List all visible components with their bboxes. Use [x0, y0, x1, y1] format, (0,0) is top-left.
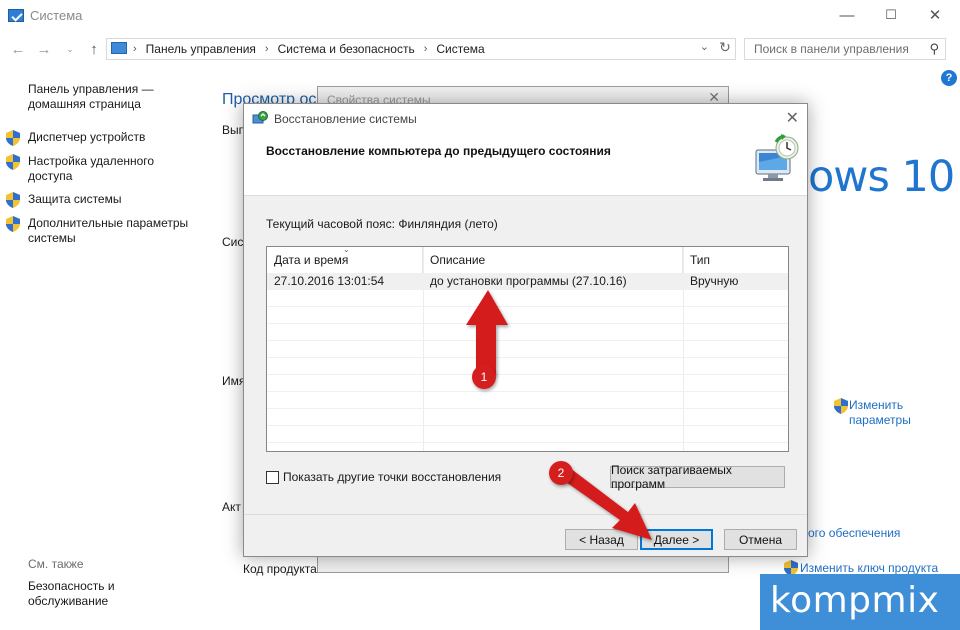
- cancel-button[interactable]: Отмена: [724, 529, 797, 550]
- chevron-down-icon[interactable]: ⌄: [700, 40, 709, 53]
- column-header-description[interactable]: Описание: [423, 247, 683, 273]
- table-row-empty: [267, 426, 788, 443]
- product-key-label: Код продукта:: [243, 562, 321, 576]
- system-restore-large-icon: [755, 134, 799, 181]
- sort-chevron-icon: ⌄: [343, 246, 350, 254]
- annotation-badge-1: 1: [472, 365, 496, 389]
- column-header-type[interactable]: Тип: [683, 247, 788, 273]
- back-button[interactable]: < Назад: [565, 529, 638, 550]
- dialog-heading: Восстановление компьютера до предыдущего…: [266, 144, 611, 158]
- section-label-partial: Имя: [222, 374, 246, 388]
- search-input[interactable]: [745, 39, 923, 59]
- maximize-button[interactable]: ☐: [868, 0, 914, 30]
- help-icon[interactable]: ?: [941, 70, 957, 86]
- sidebar-item-label: Диспетчер устройств: [28, 130, 146, 144]
- sidebar-home-link[interactable]: Панель управления — домашняя страница: [28, 82, 178, 112]
- table-row-empty: [267, 392, 788, 409]
- breadcrumb-system-security[interactable]: Система и безопасность: [278, 42, 415, 56]
- table-row-empty: [267, 375, 788, 392]
- restore-points-table[interactable]: Дата и время ⌄ Описание Тип 27.10.2016 1…: [266, 246, 789, 452]
- kompmix-watermark: kompmix: [760, 574, 960, 630]
- checkbox-label: Показать другие точки восстановления: [283, 470, 502, 484]
- table-row-empty: [267, 341, 788, 358]
- minimize-button[interactable]: —: [824, 0, 870, 30]
- table-row-empty: [267, 324, 788, 341]
- breadcrumb-system[interactable]: Система: [436, 42, 484, 56]
- table-row-empty: [267, 307, 788, 324]
- annotation-badge-2: 2: [549, 461, 573, 485]
- shield-icon: [834, 398, 848, 414]
- address-bar[interactable]: › Панель управления › Система и безопасн…: [106, 38, 736, 60]
- shield-icon: [6, 154, 20, 170]
- section-label-partial: Вып: [222, 123, 246, 137]
- sidebar-item-label: Защита системы: [28, 192, 122, 206]
- sidebar-security-maintenance-link[interactable]: Безопасность и обслуживание: [28, 579, 158, 609]
- breadcrumb-control-panel[interactable]: Панель управления: [146, 42, 256, 56]
- windows-10-logo: ows 10: [808, 152, 955, 202]
- show-more-restore-points-checkbox[interactable]: Показать другие точки восстановления: [266, 470, 501, 484]
- table-row-empty: [267, 290, 788, 307]
- system-restore-icon: [252, 111, 268, 124]
- recent-dropdown-icon[interactable]: ⌄: [60, 39, 80, 59]
- checkbox-box[interactable]: [266, 470, 279, 484]
- control-panel-icon: [111, 42, 127, 54]
- chevron-right-icon: ›: [133, 43, 137, 55]
- refresh-icon[interactable]: ↻: [714, 39, 736, 59]
- table-row-empty: [267, 358, 788, 375]
- sidebar-item-label: Дополнительные параметры системы: [28, 216, 189, 245]
- breadcrumb: › Панель управления › Система и безопасн…: [133, 42, 485, 56]
- scan-affected-programs-button[interactable]: Поиск затрагиваемых программ: [610, 463, 785, 491]
- search-icon[interactable]: ⚲: [929, 41, 939, 57]
- table-row-empty: [267, 409, 788, 426]
- system-restore-dialog: Восстановление системы ✕ Восстановление …: [243, 103, 808, 557]
- close-icon[interactable]: ✕: [786, 108, 799, 128]
- shield-icon: [6, 216, 20, 232]
- search-box[interactable]: ⚲: [744, 38, 946, 60]
- shield-icon: [6, 130, 20, 146]
- software-license-link[interactable]: ого обеспечения: [808, 526, 900, 541]
- close-button[interactable]: ✕: [912, 0, 958, 30]
- next-button[interactable]: Далее >: [640, 529, 713, 550]
- footer-divider: [244, 514, 807, 515]
- sidebar-item-label: Настройка удаленного доступа: [28, 154, 155, 183]
- see-also-heading: См. также: [28, 557, 84, 571]
- timezone-text: Текущий часовой пояс: Финляндия (лето): [266, 217, 498, 231]
- title-bar: Система — ☐ ✕: [0, 0, 960, 32]
- cell-type: Вручную: [690, 274, 739, 288]
- table-row[interactable]: 27.10.2016 13:01:54 до установки програм…: [267, 273, 788, 290]
- system-app-icon: [8, 9, 24, 22]
- navigation-bar: ← → ⌄ ↑ › Панель управления › Система и …: [0, 34, 960, 64]
- shield-icon: [6, 192, 20, 208]
- watermark-brand: kompmix: [770, 580, 940, 621]
- change-params-label: Изменить параметры: [849, 398, 911, 427]
- forward-arrow-icon[interactable]: →: [34, 39, 54, 59]
- section-label-partial: Акт: [222, 500, 241, 514]
- chevron-right-icon: ›: [423, 43, 428, 55]
- window-title: Система: [30, 8, 83, 23]
- dialog-title: Восстановление системы: [274, 112, 417, 126]
- back-arrow-icon[interactable]: ←: [8, 39, 28, 59]
- cell-description: до установки программы (27.10.16): [430, 274, 627, 288]
- section-label-partial: Сис: [222, 235, 244, 249]
- dialog-header: Восстановление системы ✕ Восстановление …: [244, 104, 807, 196]
- chevron-right-icon: ›: [264, 43, 269, 55]
- cell-date: 27.10.2016 13:01:54: [274, 274, 385, 288]
- up-arrow-icon[interactable]: ↑: [84, 39, 104, 59]
